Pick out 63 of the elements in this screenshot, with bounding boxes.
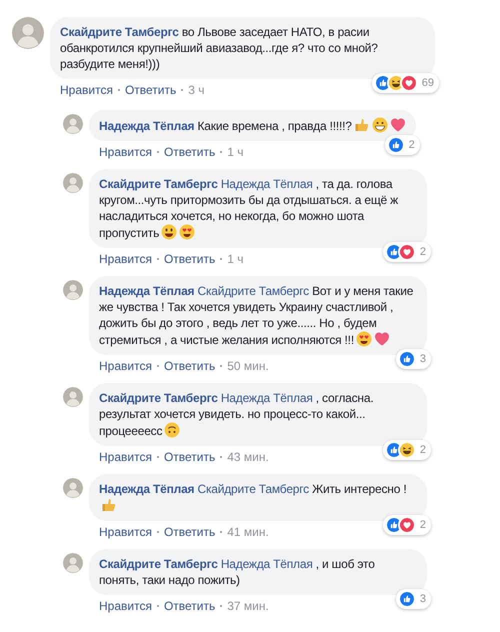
smiling-face-icon (161, 224, 178, 240)
author-link[interactable]: Скайдрите Тамбергс (60, 25, 179, 39)
reaction-count: 3 (420, 592, 426, 607)
mention-link[interactable]: Скайдрите Тамбергс (198, 482, 309, 496)
avatar[interactable] (12, 17, 44, 49)
like-link[interactable]: Нравится (99, 598, 152, 614)
mention-link[interactable]: Надежда Тёплая (220, 557, 313, 571)
reply-link[interactable]: Ответить (164, 524, 216, 540)
like-reaction-icon (386, 136, 405, 154)
laughing-face-icon (398, 441, 416, 459)
author-link[interactable]: Скайдрите Тамбергс (99, 557, 218, 571)
reaction-count: 2 (408, 138, 415, 153)
reply-link[interactable]: Ответить (164, 598, 216, 614)
comment-text: Скайдрите Тамбергс Надежда Тёплая , согласна. результат хочется увидеть. но процесс-то какой... процеееесс (99, 390, 374, 439)
reply-link[interactable]: Ответить (124, 82, 176, 98)
reaction-count: 2 (420, 442, 426, 458)
like-link[interactable]: Нравится (99, 144, 152, 160)
comment-text: Скайдрите Тамбергс во Львове заседает НАТО, в расии обанкротился крупнейший авиазавод...где я? что со мной? разбудите меня!))) (60, 24, 379, 72)
reply-link[interactable]: Ответить (164, 358, 216, 374)
like-link[interactable]: Нравится (99, 449, 152, 465)
heart-reaction-icon (398, 516, 416, 534)
thumbs-up-icon (354, 117, 370, 133)
avatar[interactable] (63, 114, 83, 134)
mention-link[interactable]: Скайдрите Тамбергс (198, 284, 309, 298)
reaction-count: 69 (422, 76, 434, 91)
heart-eyes-face-icon (356, 331, 372, 347)
heart-icon (374, 331, 390, 347)
author-link[interactable]: Надежда Тёплая (99, 482, 194, 496)
comment-text: Надежда Тёплая Скайдрите Тамбергс Вот и у меня такие же чувства ! Так хочется увидеть Украину счастливой , дожить бы до этого , ведь лет то уже...... Но , будем стремиться , а чистые желания исполняются !!! (99, 283, 414, 348)
like-link[interactable]: Нравится (99, 358, 152, 374)
author-link[interactable]: Скайдрите Тамбергс (99, 177, 218, 191)
heart-icon (390, 117, 406, 133)
reply-link[interactable]: Ответить (164, 251, 216, 267)
author-link[interactable]: Надежда Тёплая (99, 119, 194, 133)
avatar[interactable] (63, 280, 83, 300)
heart-reaction-icon (398, 243, 416, 261)
author-link[interactable]: Надежда Тёплая (99, 284, 194, 298)
avatar[interactable] (63, 173, 83, 193)
comment-text: Скайдрите Тамбергс Надежда Тёплая , и шоб это понять, таки надо пожить) (99, 556, 376, 588)
like-reaction-icon (398, 350, 416, 368)
heart-eyes-face-icon (179, 224, 196, 240)
upside-down-face-icon (164, 422, 180, 438)
mention-link[interactable]: Надежда Тёплая (220, 177, 313, 191)
avatar[interactable] (63, 478, 83, 498)
like-reaction-icon (398, 590, 416, 608)
reaction-count: 2 (420, 244, 426, 260)
comment-text: Скайдрите Тамбергс Надежда Тёплая , та да. голова кругом...чуть притормозить бы да отдышаться. а ещё ж насладиться хочется, но некогда, бо можно шота пропустить (99, 176, 399, 241)
like-link[interactable]: Нравится (99, 524, 152, 540)
reply-link[interactable]: Ответить (164, 449, 216, 465)
heart-reaction-icon (400, 74, 418, 92)
avatar[interactable] (63, 387, 83, 407)
reaction-count: 3 (420, 352, 426, 367)
like-link[interactable]: Нравится (99, 251, 152, 267)
like-link[interactable]: Нравится (60, 82, 113, 98)
mention-link[interactable]: Надежда Тёплая (220, 391, 313, 405)
reply-link[interactable]: Ответить (164, 144, 216, 160)
comment-text: Надежда Тёплая Скайдрите Тамбергс Жить интересно ! (99, 481, 417, 514)
grinning-face-icon (372, 117, 388, 133)
comment-text: Надежда Тёплая Какие времена , правда !!!!!? (99, 117, 406, 134)
avatar[interactable] (63, 553, 83, 573)
author-link[interactable]: Скайдрите Тамбергс (99, 391, 218, 405)
thumbs-up-icon (101, 497, 117, 513)
reaction-count: 2 (420, 518, 426, 533)
